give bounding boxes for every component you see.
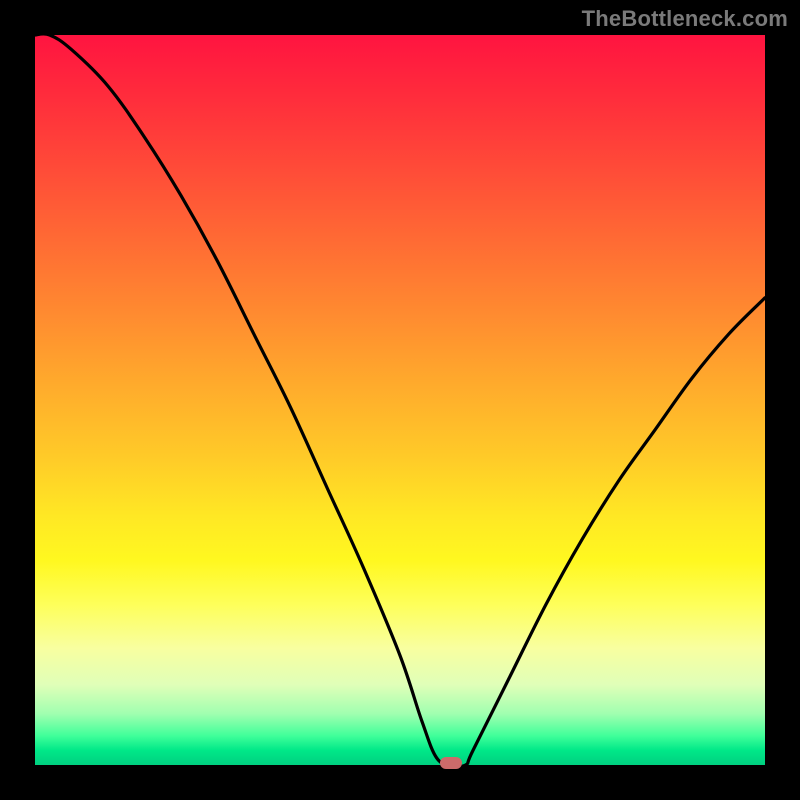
minimum-marker [440, 757, 462, 769]
chart-frame: TheBottleneck.com [0, 0, 800, 800]
bottleneck-curve [35, 35, 765, 765]
attribution-text: TheBottleneck.com [582, 6, 788, 32]
plot-area [35, 35, 765, 765]
